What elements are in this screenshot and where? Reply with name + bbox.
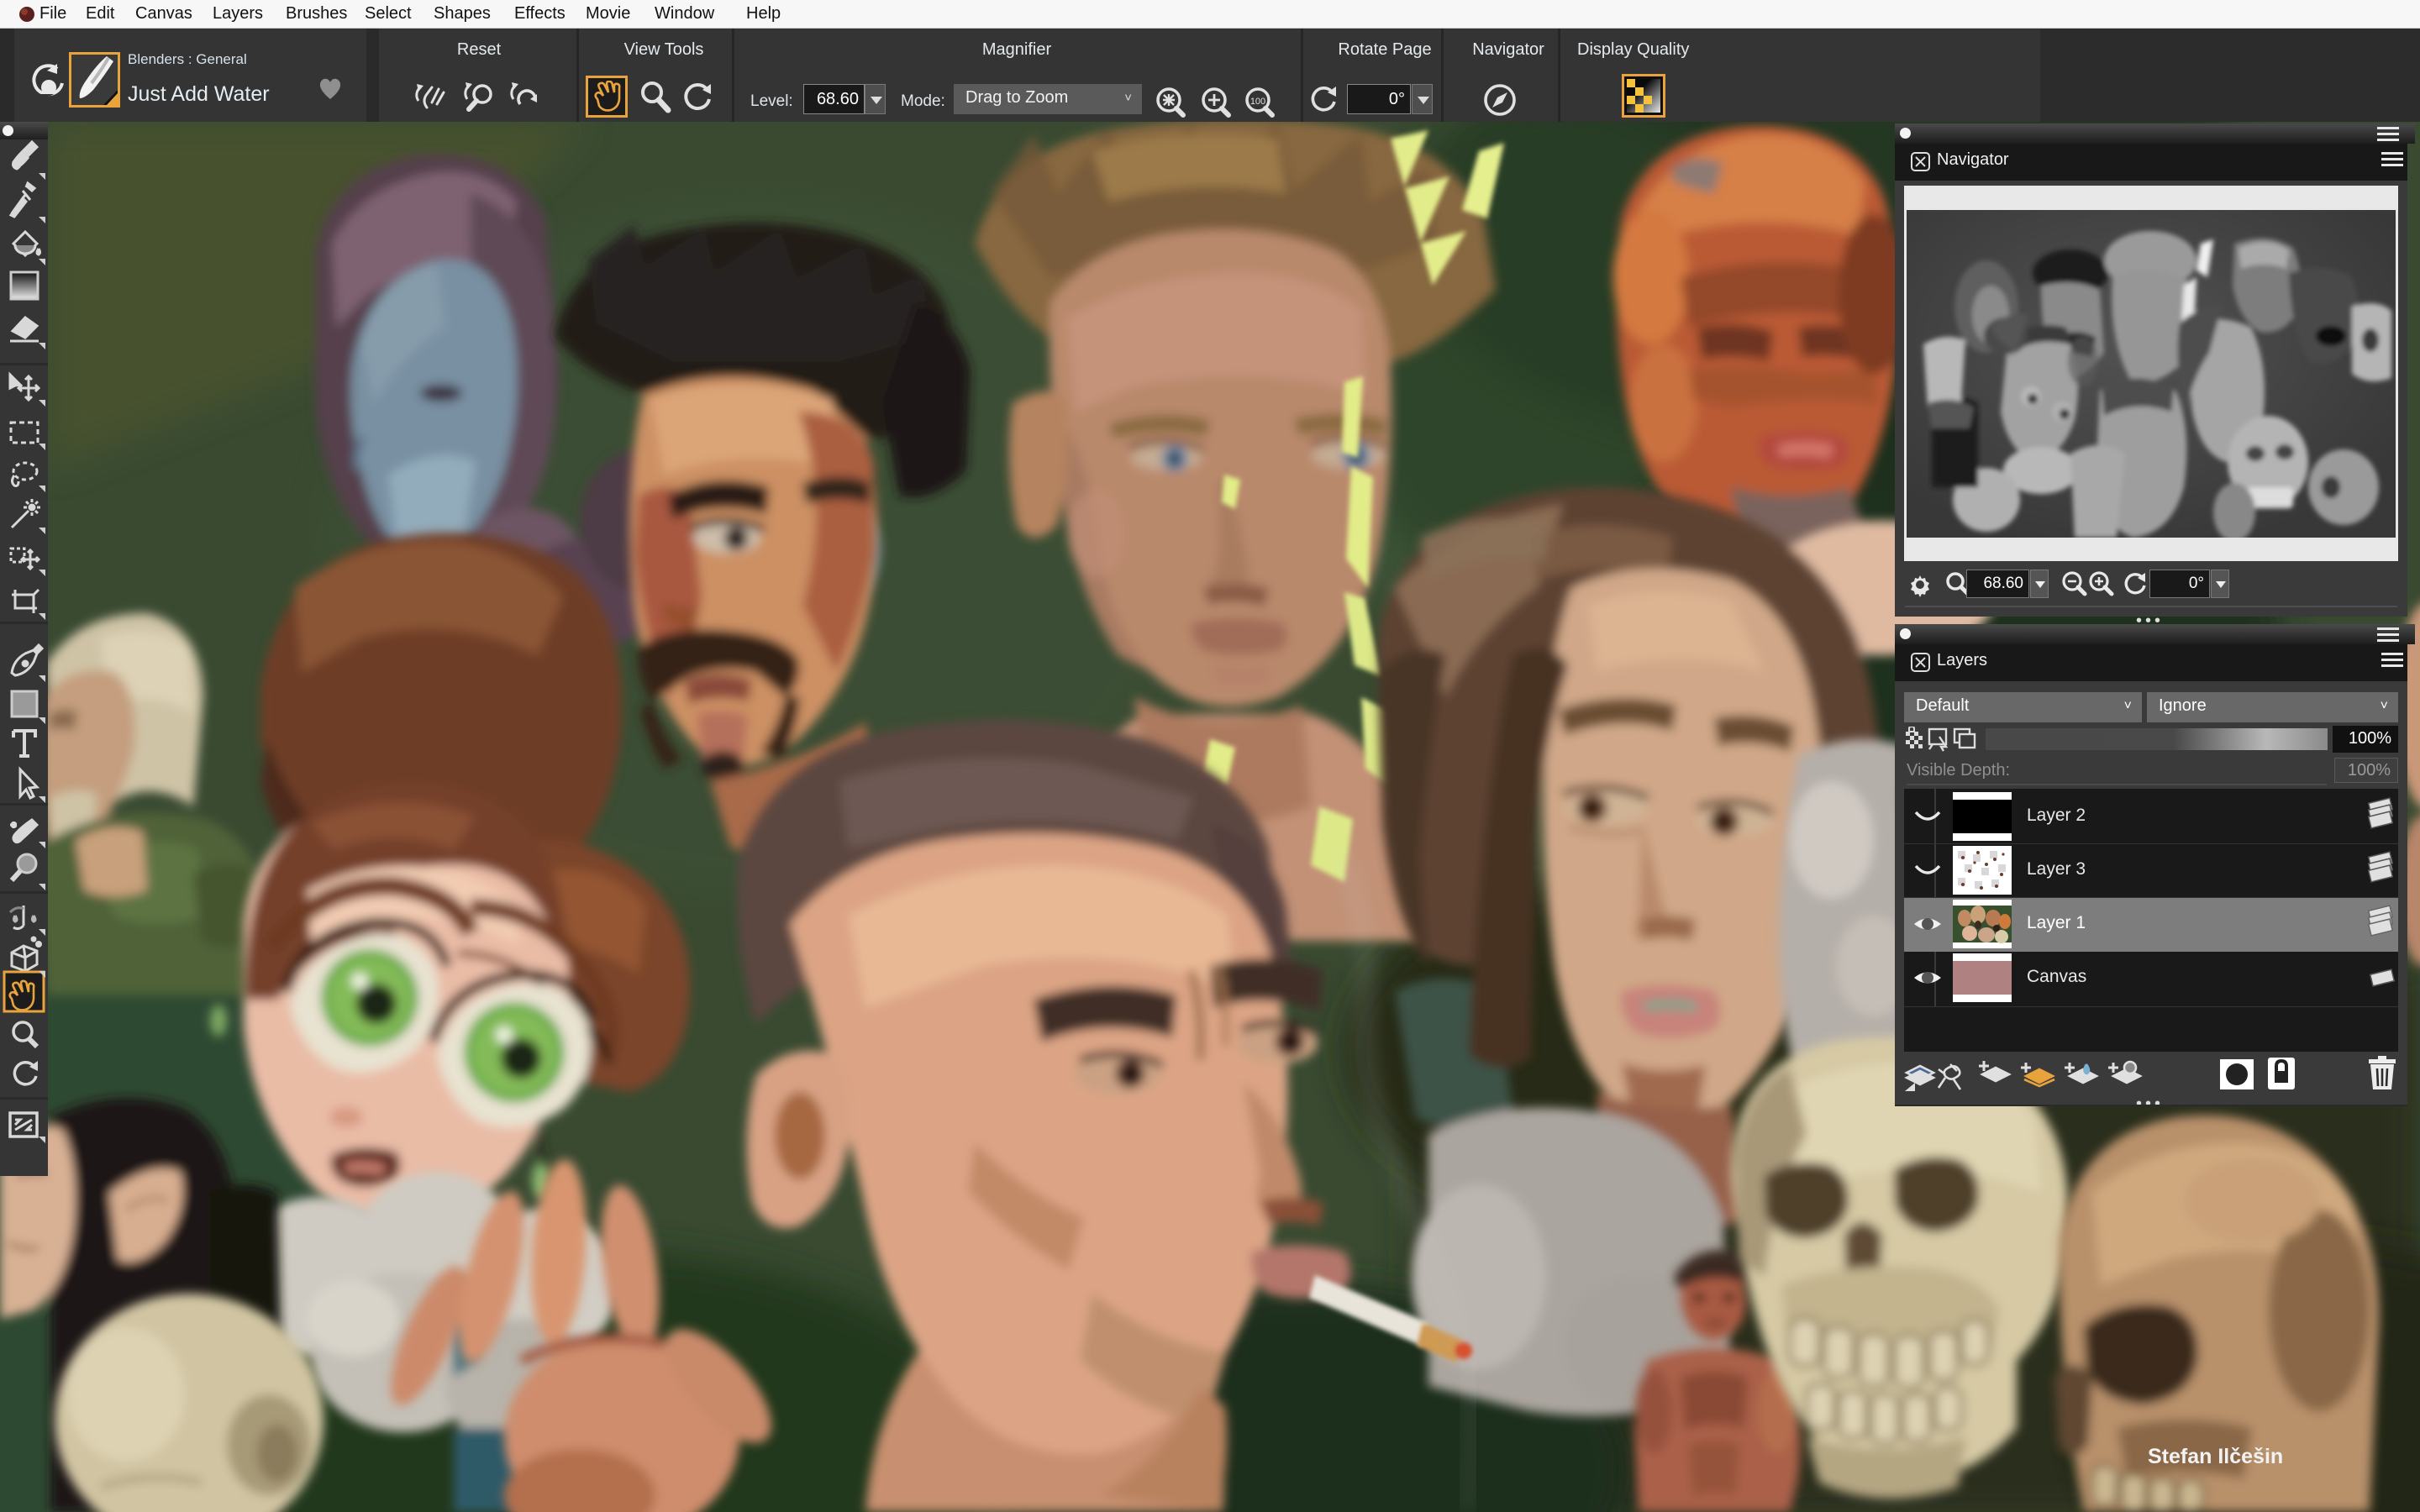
svg-text:100: 100 (1250, 97, 1265, 107)
